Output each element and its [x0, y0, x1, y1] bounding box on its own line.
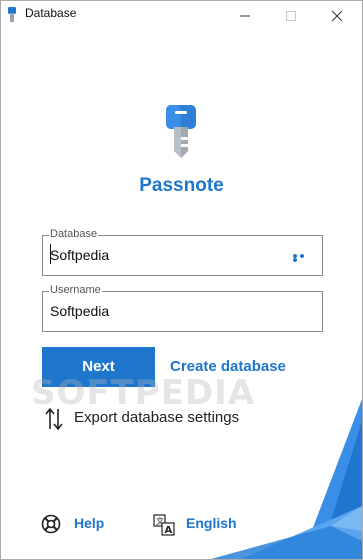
language-label: English	[186, 515, 237, 531]
sort-arrows-icon	[44, 407, 64, 435]
svg-text:A: A	[165, 525, 173, 536]
username-field[interactable]: Username Softpedia	[42, 283, 323, 332]
watermark: SOFTPEDIA	[31, 373, 256, 413]
decorative-corner-shapes	[211, 399, 362, 559]
database-label: Database	[49, 227, 99, 241]
username-label: Username	[49, 283, 102, 297]
lifebuoy-icon	[41, 514, 61, 538]
app-name: Passnote	[139, 175, 224, 196]
export-settings-label: Export database settings	[74, 409, 240, 426]
help-label: Help	[74, 515, 105, 531]
translate-icon: 文 A	[153, 514, 175, 540]
more-dots-icon[interactable]	[293, 254, 311, 262]
username-value[interactable]: Softpedia	[50, 303, 109, 319]
key-icon	[166, 105, 196, 165]
passnote-window: Database Passnote Database Softpedia Use…	[0, 0, 363, 560]
database-field[interactable]: Database Softpedia	[42, 227, 323, 276]
database-value[interactable]: Softpedia	[50, 247, 109, 263]
